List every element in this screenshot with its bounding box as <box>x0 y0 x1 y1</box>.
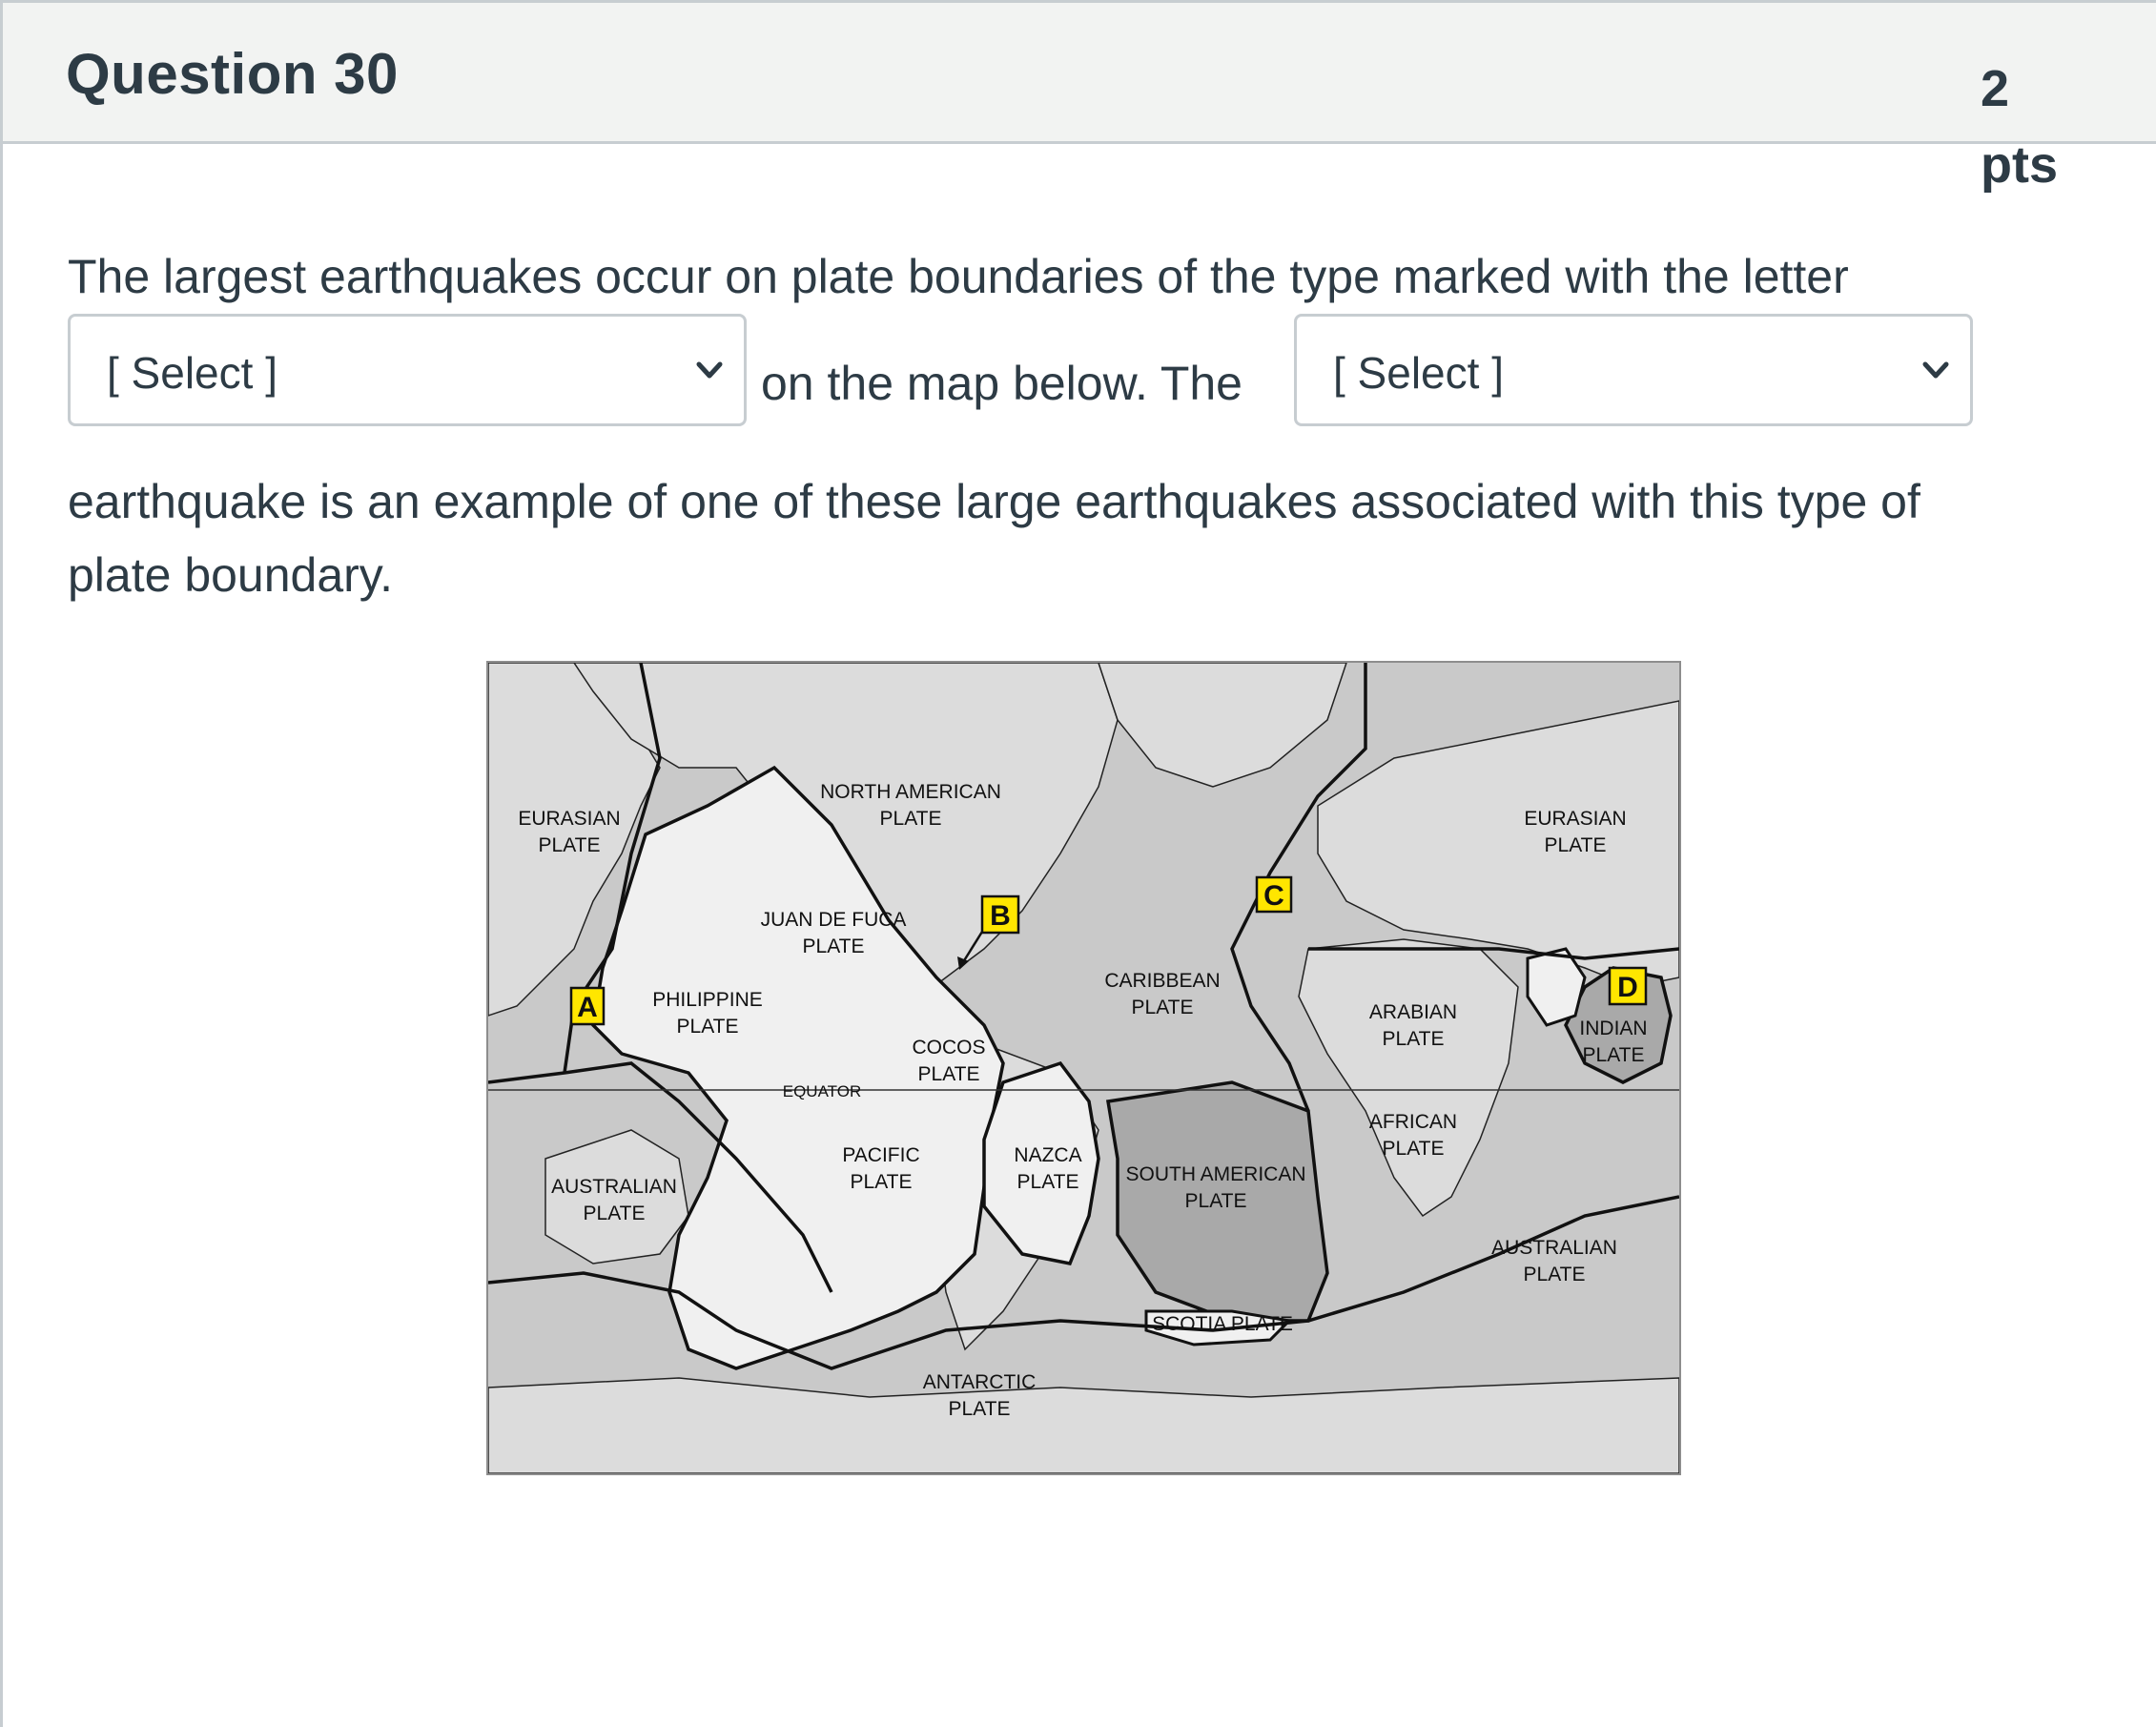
label-eurasian-west-1: EURASIAN <box>518 808 620 830</box>
label-philippine-2: PLATE <box>677 1016 739 1038</box>
question-header: Question 30 2 pts <box>3 3 2156 194</box>
prompt-line-3: earthquake is an example of one of these… <box>68 475 1920 528</box>
label-nazca-2: PLATE <box>1017 1171 1079 1193</box>
label-antarctic-2: PLATE <box>949 1398 1011 1420</box>
label-south-american-1: SOUTH AMERICAN <box>1125 1163 1305 1185</box>
points-unit: pts <box>1981 136 2058 194</box>
earthquake-select[interactable]: [ Select ] <box>1294 314 1973 426</box>
label-juan-de-fuca-2: PLATE <box>803 935 865 957</box>
label-cocos-2: PLATE <box>918 1063 980 1085</box>
prompt-line-4: plate boundary. <box>68 548 393 602</box>
prompt-line-1: The largest earthquakes occur on plate b… <box>68 250 1849 303</box>
chevron-down-icon <box>696 361 723 379</box>
label-caribbean-2: PLATE <box>1132 997 1194 1018</box>
svg-text:B: B <box>990 900 1011 932</box>
equator-label: EQUATOR <box>783 1082 862 1100</box>
label-australian-east-1: AUSTRALIAN <box>1491 1237 1617 1259</box>
label-african-1: AFRICAN <box>1369 1111 1457 1133</box>
label-eurasian-west-2: PLATE <box>539 834 601 856</box>
label-african-2: PLATE <box>1383 1138 1445 1160</box>
label-australian-west-2: PLATE <box>584 1203 646 1224</box>
letter-select[interactable]: [ Select ] <box>68 314 747 426</box>
label-caribbean-1: CARIBBEAN <box>1104 970 1220 992</box>
label-arabian-1: ARABIAN <box>1369 1001 1457 1023</box>
label-eurasian-east-1: EURASIAN <box>1524 808 1626 830</box>
label-pacific-1: PACIFIC <box>842 1144 919 1166</box>
marker-c: C <box>1255 875 1293 914</box>
marker-a: A <box>569 986 606 1026</box>
points-number: 2 <box>1981 60 2010 117</box>
label-juan-de-fuca-1: JUAN DE FUCA <box>761 909 907 931</box>
svg-text:C: C <box>1263 880 1284 912</box>
label-north-american-1: NORTH AMERICAN <box>820 781 1001 803</box>
label-north-american-2: PLATE <box>880 808 942 830</box>
label-cocos-1: COCOS <box>912 1037 985 1059</box>
earthquake-select-value: [ Select ] <box>1333 348 1504 398</box>
question-points: 2 pts <box>1981 51 2095 203</box>
antarctica-landmass <box>488 1377 1679 1473</box>
marker-d: D <box>1608 966 1648 1006</box>
label-nazca-1: NAZCA <box>1014 1144 1081 1166</box>
label-australian-west-1: AUSTRALIAN <box>551 1176 677 1198</box>
label-eurasian-east-2: PLATE <box>1545 834 1607 856</box>
chevron-down-icon <box>1922 361 1949 379</box>
plate-tectonics-map: EQUATOR EURASIAN PLATE EURASIAN PLATE NO… <box>486 661 1681 1475</box>
label-indian-1: INDIAN <box>1579 1018 1647 1039</box>
letter-select-value: [ Select ] <box>107 348 277 398</box>
svg-text:A: A <box>577 992 598 1023</box>
svg-text:D: D <box>1617 972 1638 1003</box>
label-pacific-2: PLATE <box>851 1171 913 1193</box>
world-map-svg: EQUATOR EURASIAN PLATE EURASIAN PLATE NO… <box>488 663 1679 1473</box>
label-scotia: SCOTIA PLATE <box>1152 1313 1293 1335</box>
prompt-middle: on the map below. The <box>761 357 1242 410</box>
marker-b: B <box>980 894 1020 935</box>
label-south-american-2: PLATE <box>1185 1190 1247 1212</box>
label-arabian-2: PLATE <box>1383 1028 1445 1050</box>
question-card: Question 30 2 pts The largest earthquake… <box>0 0 2156 1727</box>
label-indian-2: PLATE <box>1583 1044 1645 1066</box>
label-philippine-1: PHILIPPINE <box>652 989 763 1011</box>
label-australian-east-2: PLATE <box>1524 1264 1586 1285</box>
label-antarctic-1: ANTARCTIC <box>923 1371 1037 1393</box>
question-title: Question 30 <box>66 42 399 106</box>
